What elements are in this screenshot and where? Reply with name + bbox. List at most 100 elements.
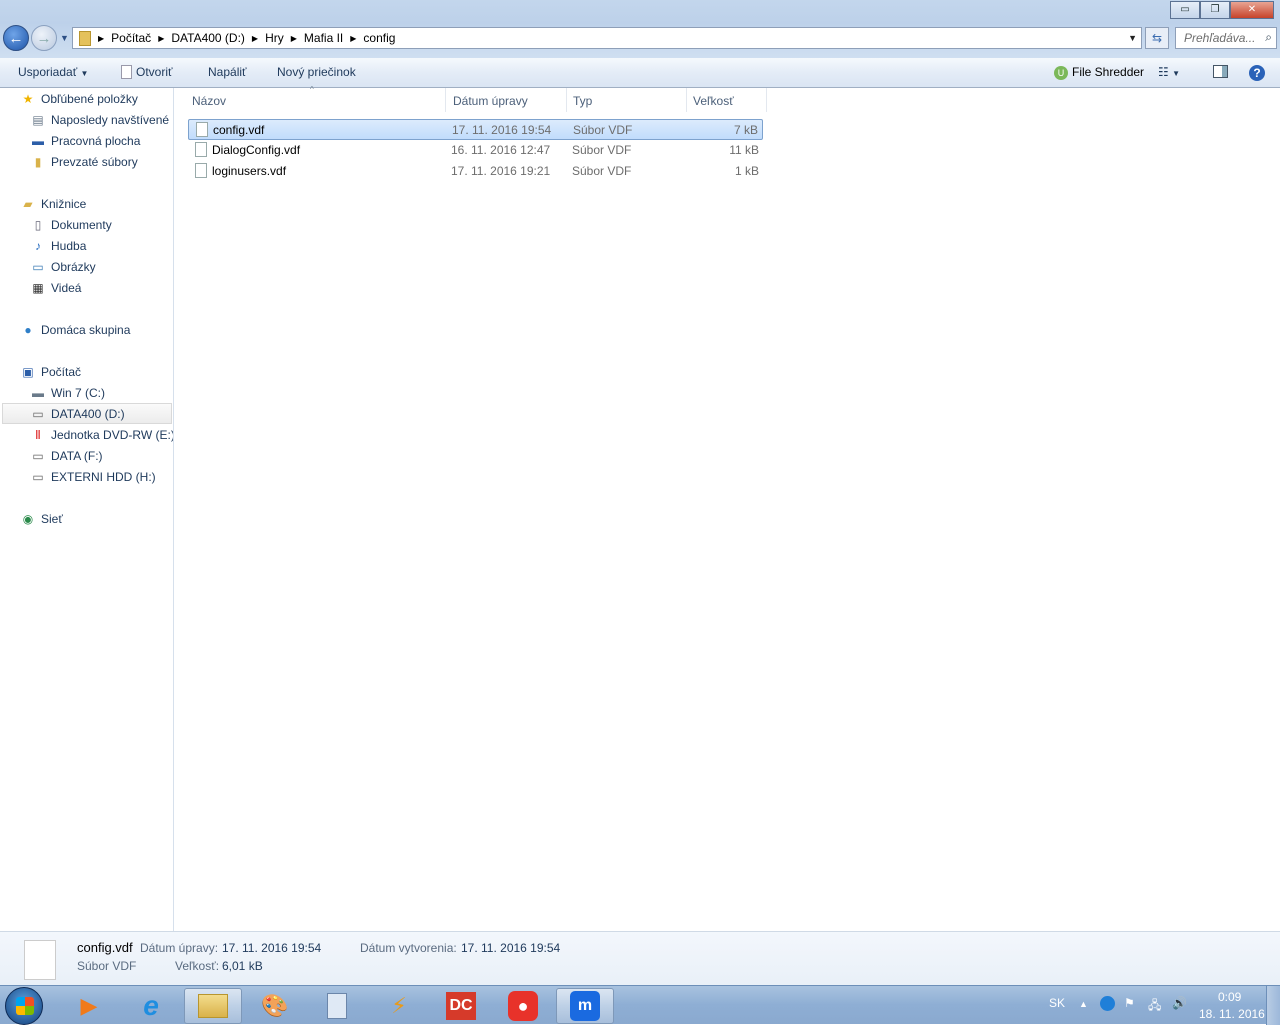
tray-app-icon[interactable] — [1100, 996, 1115, 1014]
taskbar-internet-explorer[interactable]: e — [122, 988, 180, 1024]
clock-time[interactable]: 0:09 — [1218, 990, 1241, 1004]
file-type: Súbor VDF — [573, 123, 633, 137]
sidebar-item-label: Win 7 (C:) — [51, 385, 105, 400]
file-row[interactable]: loginusers.vdf 17. 11. 2016 19:21 Súbor VD… — [188, 161, 763, 182]
sidebar-item[interactable]: ▭ EXTERNI HDD (H:) — [30, 466, 156, 487]
taskbar-media-player[interactable]: ▶ — [60, 988, 118, 1024]
maximize-button[interactable]: ❐ — [1200, 1, 1230, 19]
network-tray-icon[interactable]: 🖧 — [1148, 996, 1161, 1017]
sidebar-item[interactable]: ▬ Win 7 (C:) — [30, 382, 105, 403]
show-hidden-icons-button[interactable]: ▲ — [1079, 999, 1088, 1009]
details-size-label: Veľkosť: — [175, 959, 220, 973]
refresh-icon: ⇆ — [1151, 31, 1163, 45]
file-row[interactable]: DialogConfig.vdf 16. 11. 2016 12:47 Súbor … — [188, 140, 763, 161]
file-icon — [24, 940, 56, 980]
forward-button[interactable]: → — [31, 25, 57, 51]
taskbar-paint[interactable]: 🎨 — [246, 988, 304, 1024]
view-options-button[interactable]: ☷ ▼ — [1158, 65, 1180, 79]
taskbar-dc-app[interactable]: DC — [432, 988, 490, 1024]
clock-date[interactable]: 18. 11. 2016 — [1199, 1007, 1265, 1021]
action-center-flag-icon[interactable]: ⚑ — [1124, 996, 1135, 1010]
sidebar-item[interactable]: ▦ Videá — [30, 277, 81, 298]
details-pane: config.vdf Dátum úpravy: 17. 11. 2016 19… — [0, 931, 1280, 985]
taskbar-app-red[interactable]: ● — [494, 988, 552, 1024]
column-header-type[interactable]: Typ — [567, 88, 687, 112]
file-icon — [121, 65, 132, 79]
drive-icon: ▭ — [32, 406, 44, 421]
sidebar-item-label: EXTERNI HDD (H:) — [51, 469, 156, 484]
address-dropdown-icon[interactable]: ▼ — [1128, 33, 1137, 43]
dc-app-icon: DC — [446, 992, 476, 1020]
sidebar-item[interactable]: ▰ Knižnice — [20, 193, 86, 214]
sidebar-item[interactable]: ♪ Hudba — [30, 235, 86, 256]
open-button[interactable]: Otvoriť — [121, 65, 173, 79]
new-folder-button[interactable]: Nový priečinok — [277, 65, 356, 79]
file-modified: 16. 11. 2016 12:47 — [451, 143, 551, 157]
language-indicator[interactable]: SK — [1049, 996, 1065, 1010]
search-input[interactable]: Prehľadáva... ⌕ — [1175, 27, 1277, 49]
breadcrumb-hry[interactable]: Hry — [265, 31, 284, 45]
details-created-label: Dátum vytvorenia: — [360, 941, 457, 955]
sidebar-item[interactable]: ▭ DATA400 (D:) — [2, 403, 172, 424]
column-header-modified[interactable]: Dátum úpravy — [447, 88, 567, 112]
sidebar-item[interactable]: ★ Obľúbené položky — [20, 88, 138, 109]
show-desktop-button[interactable] — [1266, 986, 1280, 1025]
volume-icon[interactable]: 🔊 — [1172, 996, 1187, 1010]
back-button[interactable]: ← — [3, 25, 29, 51]
libraries-icon: ▰ — [23, 196, 33, 211]
refresh-button[interactable]: ⇆ — [1145, 27, 1169, 49]
sidebar-item[interactable]: ▭ DATA (F:) — [30, 445, 102, 466]
preview-pane-button[interactable] — [1213, 65, 1228, 81]
breadcrumb-config[interactable]: config — [363, 31, 395, 45]
sidebar-item[interactable]: ▬ Pracovná plocha — [30, 130, 140, 151]
sidebar-item[interactable]: ▯ Dokumenty — [30, 214, 112, 235]
breadcrumb-data400[interactable]: DATA400 (D:) — [171, 31, 245, 45]
organize-button[interactable]: Usporiadať ▼ — [18, 65, 88, 79]
sidebar-item[interactable]: Ⅱ Jednotka DVD-RW (E:) I — [30, 424, 173, 445]
file-shredder-button[interactable]: U File Shredder — [1054, 65, 1144, 80]
details-filename: config.vdf — [77, 940, 133, 955]
sidebar-item-label: Prevzaté súbory — [51, 154, 138, 169]
taskbar-calculator[interactable] — [308, 988, 366, 1024]
folder-icon — [79, 30, 91, 46]
maxthon-icon: m — [570, 991, 600, 1021]
back-arrow-icon: ← — [8, 29, 24, 47]
sidebar-item[interactable]: ▣ Počítač — [20, 361, 81, 382]
start-button[interactable] — [5, 987, 43, 1025]
sidebar-item-label: DATA400 (D:) — [51, 406, 125, 421]
sidebar-item[interactable]: ▮ Prevzaté súbory — [30, 151, 138, 172]
taskbar-maxthon[interactable]: m — [556, 988, 614, 1024]
file-row[interactable]: config.vdf 17. 11. 2016 19:54 Súbor VDF 7 k… — [188, 119, 763, 140]
close-button[interactable]: ✕ — [1230, 1, 1274, 19]
recent-places-icon: ▤ — [32, 112, 44, 127]
view-list-icon: ☷ — [1158, 65, 1169, 79]
details-type: Súbor VDF — [77, 959, 137, 973]
shredder-icon: U — [1054, 66, 1068, 80]
paint-icon: 🎨 — [261, 993, 289, 1018]
sidebar-item[interactable]: ▭ Obrázky — [30, 256, 95, 277]
file-name: DialogConfig.vdf — [212, 143, 301, 157]
breadcrumb-computer[interactable]: Počítač — [111, 31, 151, 45]
drive-icon: ▭ — [32, 469, 44, 484]
details-modified-label: Dátum úpravy: — [140, 941, 219, 955]
command-bar: Usporiadať ▼ Otvoriť Napáliť Nový prieči… — [0, 58, 1280, 88]
file-modified: 17. 11. 2016 19:21 — [451, 164, 551, 178]
sidebar-item-label: Videá — [51, 280, 82, 295]
column-header-name[interactable]: Názov ^ — [186, 85, 446, 112]
breadcrumb-mafia[interactable]: Mafia II — [304, 31, 343, 45]
recent-pages-dropdown[interactable]: ▼ — [60, 33, 69, 43]
column-header-size[interactable]: Veľkosť — [687, 88, 767, 112]
help-button[interactable]: ? — [1249, 65, 1265, 81]
sidebar-item[interactable]: ● Domáca skupina — [20, 319, 130, 340]
file-icon — [195, 142, 207, 157]
taskbar-winamp[interactable]: ⚡ — [370, 988, 428, 1024]
minimize-button[interactable]: ▭ — [1170, 1, 1200, 19]
downloads-folder-icon: ▮ — [34, 154, 42, 169]
taskbar-explorer[interactable] — [184, 988, 242, 1024]
forward-arrow-icon: → — [36, 29, 52, 47]
sidebar-item[interactable]: ◉ Sieť — [20, 508, 63, 529]
address-bar[interactable]: ▶ Počítač ▶ DATA400 (D:) ▶ Hry ▶ Mafia II ▶ c… — [72, 27, 1142, 49]
sidebar-item-label: Obľúbené položky — [41, 91, 138, 106]
burn-button[interactable]: Napáliť — [208, 65, 247, 79]
sidebar-item[interactable]: ▤ Naposledy navštívené miesta — [30, 109, 173, 130]
